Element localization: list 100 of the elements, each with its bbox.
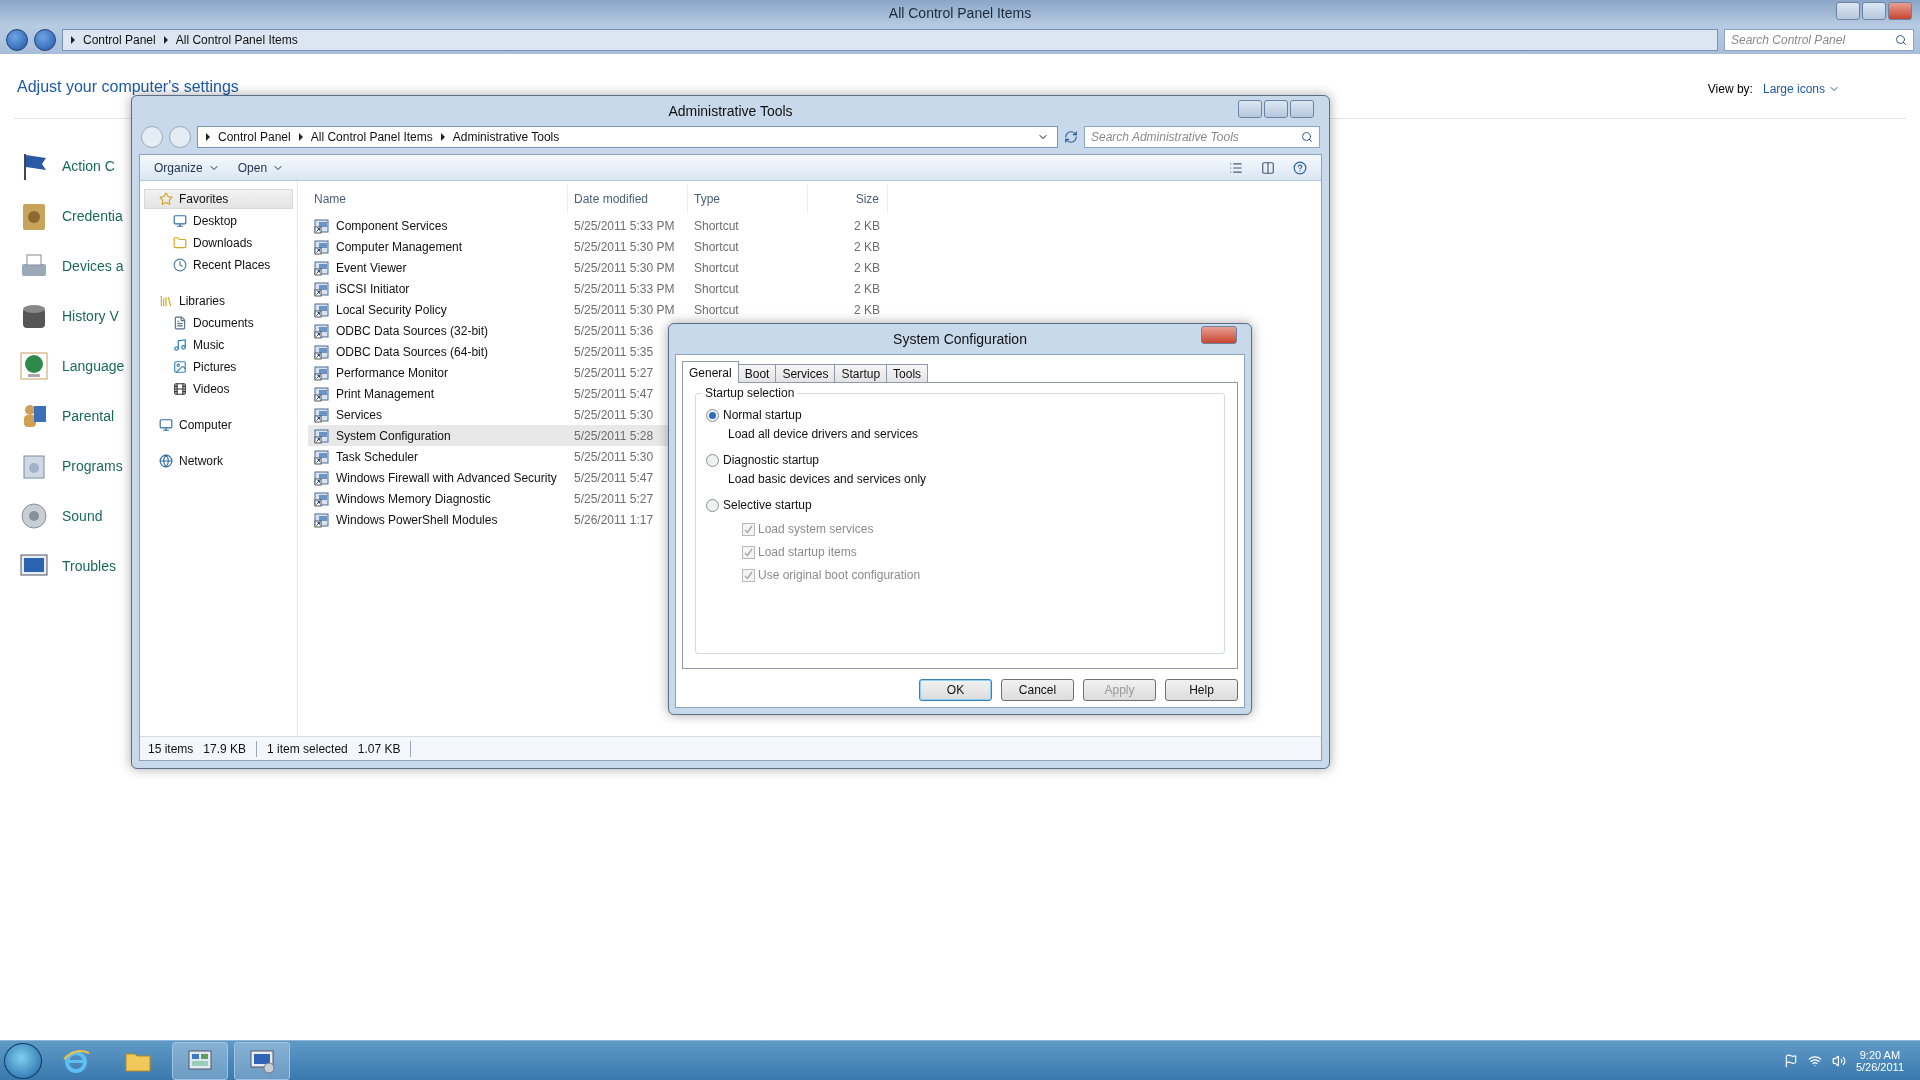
option-description: Load all device drivers and services xyxy=(727,427,920,441)
shortcut-icon xyxy=(314,385,330,402)
tab[interactable]: Startup xyxy=(834,364,888,383)
control-panel-item[interactable]: Action C xyxy=(62,158,115,174)
control-panel-item[interactable]: History V xyxy=(62,308,119,324)
breadcrumb[interactable]: Control Panel xyxy=(218,130,291,144)
control-panel-item[interactable]: Troubles xyxy=(62,558,116,574)
view-dropdown[interactable]: Large icons xyxy=(1762,82,1840,96)
size-cell-text: 2 KB xyxy=(853,259,881,277)
maximize-button[interactable] xyxy=(1862,2,1886,20)
taskbar-app[interactable] xyxy=(234,1041,290,1080)
file-name[interactable]: Performance Monitor xyxy=(308,362,568,383)
close-button[interactable] xyxy=(1201,326,1237,344)
clock-time[interactable]: 9:20 AM xyxy=(1859,1048,1901,1061)
control-panel-item[interactable]: Programs xyxy=(62,458,123,474)
nav-item[interactable]: Favorites xyxy=(144,189,293,209)
toolbar-button[interactable]: Organize xyxy=(154,160,220,175)
taskbar-app[interactable] xyxy=(172,1041,228,1080)
radio-button[interactable] xyxy=(706,498,719,512)
close-button[interactable] xyxy=(1888,2,1912,20)
maximize-button[interactable] xyxy=(1264,100,1288,118)
network-icon[interactable] xyxy=(1807,1053,1822,1068)
nav-item[interactable]: Computer xyxy=(144,415,293,435)
type-cell-text: Shortcut xyxy=(693,280,740,298)
breadcrumb[interactable]: All Control Panel Items xyxy=(175,33,298,47)
search-field[interactable]: Search Administrative Tools xyxy=(1084,126,1320,148)
nav-item[interactable]: Network xyxy=(144,451,293,471)
address-bar[interactable]: Control Panel All Control Panel Items Administrative Tools xyxy=(197,126,1058,148)
nav-item[interactable]: Videos xyxy=(144,379,293,399)
nav-item[interactable]: Desktop xyxy=(144,211,293,231)
network-icon xyxy=(159,454,173,468)
column-header[interactable]: Date modified xyxy=(568,185,688,213)
nav-item[interactable]: Downloads xyxy=(144,233,293,253)
view-icon[interactable] xyxy=(1229,160,1243,175)
shortcut-icon xyxy=(314,469,330,486)
dialog-button[interactable]: OK xyxy=(919,679,992,701)
control-panel-item[interactable]: Language xyxy=(62,358,125,374)
control-panel-item[interactable]: Parental xyxy=(62,408,115,424)
file-name[interactable]: System Configuration xyxy=(308,425,568,446)
checkbox-label: Load startup items xyxy=(758,545,857,559)
type-cell-text: Shortcut xyxy=(693,301,740,319)
toolbar-button[interactable]: Open xyxy=(237,160,285,175)
breadcrumb[interactable]: Administrative Tools xyxy=(452,130,560,144)
file-name[interactable]: Local Security Policy xyxy=(308,299,568,320)
search-field[interactable]: Search Control Panel xyxy=(1724,29,1914,51)
dialog-button[interactable]: Cancel xyxy=(1001,679,1074,701)
nav-item[interactable]: Music xyxy=(144,335,293,355)
nav-item[interactable]: Recent Places xyxy=(144,255,293,275)
refresh-icon[interactable] xyxy=(1064,130,1078,144)
minimize-button[interactable] xyxy=(1238,100,1262,118)
file-name[interactable]: Windows PowerShell Modules xyxy=(308,509,568,530)
clock-date[interactable]: 5/26/2011 xyxy=(1855,1060,1904,1073)
tab[interactable]: Tools xyxy=(886,364,929,383)
file-name[interactable]: Task Scheduler xyxy=(308,446,568,467)
file-name[interactable]: ODBC Data Sources (32-bit) xyxy=(308,320,568,341)
radio-button[interactable] xyxy=(706,408,719,422)
file-name[interactable]: Print Management xyxy=(308,383,568,404)
size-cell-text: 2 KB xyxy=(853,238,881,256)
radio-button[interactable] xyxy=(706,453,719,467)
date-cell-text: 5/26/2011 1:17 xyxy=(573,511,655,529)
file-name[interactable]: Event Viewer xyxy=(308,257,568,278)
nav-item[interactable]: Documents xyxy=(144,313,293,333)
flag-icon[interactable] xyxy=(1783,1053,1798,1068)
column-header[interactable]: Size xyxy=(808,185,888,213)
status-text: 1 item selected xyxy=(267,741,348,756)
date-cell-text: 5/25/2011 5:33 PM xyxy=(573,217,676,235)
chevron-icon xyxy=(440,133,445,141)
preview-pane-icon[interactable] xyxy=(1261,160,1275,175)
breadcrumb[interactable]: All Control Panel Items xyxy=(310,130,433,144)
help-icon[interactable] xyxy=(1293,160,1307,175)
back-button[interactable] xyxy=(6,29,28,51)
nav-item[interactable]: Pictures xyxy=(144,357,293,377)
file-name[interactable]: iSCSI Initiator xyxy=(308,278,568,299)
column-header[interactable]: Type xyxy=(688,185,808,213)
forward-button[interactable] xyxy=(34,29,56,51)
file-name[interactable]: Computer Management xyxy=(308,236,568,257)
file-name[interactable]: Services xyxy=(308,404,568,425)
control-panel-item[interactable]: Credentia xyxy=(62,208,123,224)
file-name[interactable]: ODBC Data Sources (64-bit) xyxy=(308,341,568,362)
close-button[interactable] xyxy=(1290,100,1314,118)
dialog-button[interactable]: Help xyxy=(1165,679,1238,701)
control-panel-item[interactable]: Sound xyxy=(62,508,103,524)
file-name[interactable]: Windows Memory Diagnostic xyxy=(308,488,568,509)
status-text: 15 items xyxy=(148,741,194,756)
column-header[interactable]: Name xyxy=(308,185,568,213)
file-name[interactable]: Windows Firewall with Advanced Security xyxy=(308,467,568,488)
start-button[interactable] xyxy=(4,1042,42,1079)
date-cell-text: 5/25/2011 5:33 PM xyxy=(573,280,676,298)
volume-icon[interactable] xyxy=(1831,1053,1846,1068)
checkbox-label: Load system services xyxy=(758,522,874,536)
tab[interactable]: Services xyxy=(775,364,836,383)
control-panel-item[interactable]: Devices a xyxy=(62,258,124,274)
tab[interactable]: General xyxy=(682,361,739,383)
speaker-icon xyxy=(18,500,50,532)
nav-item[interactable]: Libraries xyxy=(144,291,293,311)
minimize-button[interactable] xyxy=(1836,2,1860,20)
address-bar[interactable]: Control Panel All Control Panel Items xyxy=(62,29,1718,51)
breadcrumb[interactable]: Control Panel xyxy=(83,33,156,47)
file-name[interactable]: Component Services xyxy=(308,215,568,236)
date-cell-text: 5/25/2011 5:30 PM xyxy=(573,301,676,319)
